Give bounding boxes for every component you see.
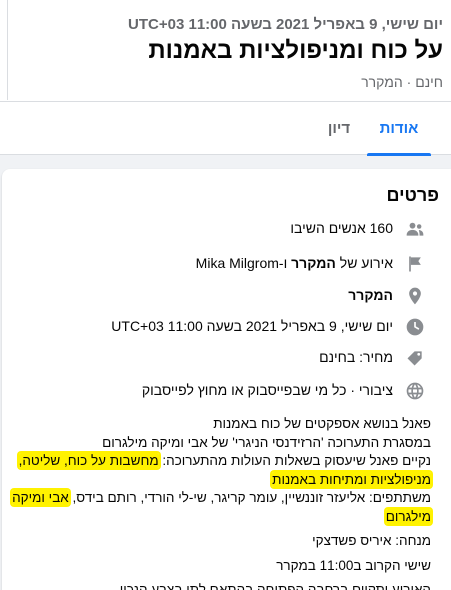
people-icon (403, 217, 427, 241)
description-text: משתתפים: אליעזר זוננשיין, עומר קריגר, שי… (68, 490, 432, 505)
details-title: פרטים (386, 185, 439, 205)
location-text: המקרר (348, 287, 393, 303)
tab-about[interactable]: אודות (367, 102, 431, 156)
highlighted-text: אבי ומיקה (12, 490, 69, 505)
location-row[interactable]: המקרר (2, 281, 451, 311)
event-title: על כוח ומניפולציות באמנות (148, 37, 443, 64)
location-pin-icon (403, 284, 427, 308)
event-tabs: אודות דיון (0, 102, 451, 156)
host-prefix: אירוע של (335, 255, 393, 271)
description-line: שישי הקרוב ב11:00 במקרר (276, 557, 431, 573)
details-card: פרטים 160 אנשים השיבו אירוע של המקרר ו-M… (2, 169, 451, 590)
time-row: יום שישי, 9 באפריל 2021 בשעה 11:00 UTC+0… (2, 312, 451, 342)
highlighted-text: מניפולציות ומתיחות באמנות (272, 471, 431, 487)
host-row: אירוע של המקרר ו-Mika Milgrom (2, 249, 451, 279)
highlighted-text: מחשבות על כוח, שליטה, (18, 453, 159, 468)
privacy-text: ציבורי · כל מי שבפייסבוק או מחוץ לפייסבו… (141, 382, 393, 398)
price-row: מחיר: בחינם (2, 343, 451, 373)
location-name[interactable]: המקרר (348, 287, 393, 303)
description-line: נקיים פאנל שיעסוק בשאלות העולות מהתערוכה… (10, 452, 431, 471)
attendees-text: 160 אנשים השיבו (290, 220, 393, 236)
host-text: אירוע של המקרר ו-Mika Milgrom (196, 255, 393, 271)
description-line: מנחה: איריס פשדצקי (312, 533, 431, 548)
tag-icon (403, 346, 427, 370)
attendees-row[interactable]: 160 אנשים השיבו (2, 214, 451, 244)
event-page: יום שישי, 9 באפריל 2021 בשעה 11:00 UTC+0… (0, 0, 451, 590)
description-line: מילגרום (10, 508, 431, 527)
datetime-text: יום שישי, 9 באפריל 2021 בשעה 11:00 UTC+0… (111, 318, 393, 334)
description-text: נקיים פאנל שיעסוק בשאלות העולות מהתערוכה… (158, 453, 431, 468)
highlighted-text: מילגרום (385, 508, 431, 524)
description-line: משתתפים: אליעזר זוננשיין, עומר קריגר, שי… (10, 489, 431, 508)
side-panel-edge (0, 0, 8, 100)
event-subtitle[interactable]: חינם · המקרר (361, 74, 443, 90)
event-description: פאנל בנושא אספקטים של כוח באמנות במסגרת … (10, 415, 431, 590)
privacy-row: ציבורי · כל מי שבפייסבוק או מחוץ לפייסבו… (2, 376, 451, 406)
globe-icon (403, 379, 427, 403)
host-suffix[interactable]: ו-Mika Milgrom (196, 255, 291, 271)
host-page-link[interactable]: המקרר (291, 255, 336, 271)
description-line: פאנל בנושא אספקטים של כוח באמנות (213, 416, 431, 431)
description-line: מניפולציות ומתיחות באמנות (10, 471, 431, 490)
description-line: האירוע יתקיים ברחבה הפתוחה בהתאם לתו בצב… (119, 582, 431, 590)
clock-icon (403, 315, 427, 339)
tab-discussion[interactable]: דיון (317, 102, 361, 155)
event-date: יום שישי, 9 באפריל 2021 בשעה 11:00 UTC+0… (128, 16, 443, 33)
price-text: מחיר: בחינם (319, 349, 393, 365)
event-header: יום שישי, 9 באפריל 2021 בשעה 11:00 UTC+0… (0, 0, 451, 156)
flag-icon (403, 252, 427, 276)
description-line: במסגרת התערוכה 'הרזידנסי הניגרי' של אבי … (102, 434, 431, 450)
